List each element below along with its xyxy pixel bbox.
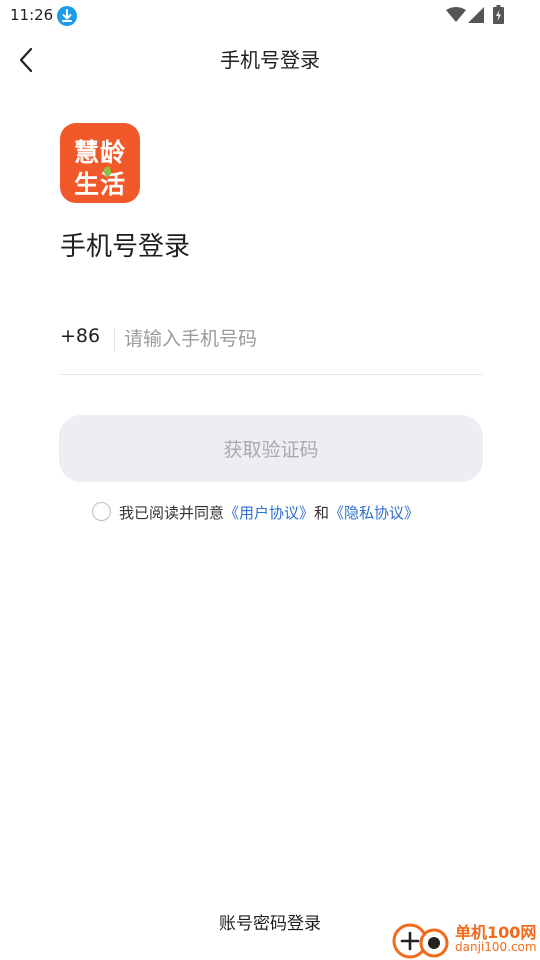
battery-icon bbox=[493, 5, 504, 24]
logo-text-line1: 慧龄 bbox=[73, 138, 126, 167]
logo-text-line2: 生活 bbox=[73, 170, 126, 199]
phone-input[interactable] bbox=[124, 321, 474, 357]
signal-icon bbox=[468, 7, 484, 23]
privacy-agreement-link[interactable]: 《隐私协议》 bbox=[329, 504, 419, 522]
get-code-button[interactable]: 获取验证码 bbox=[59, 415, 483, 482]
phone-input-row: +86 bbox=[60, 315, 483, 375]
agreement-prefix: 我已阅读并同意 bbox=[119, 504, 225, 522]
watermark-url: danji100.com bbox=[455, 940, 537, 954]
agreement-checkbox[interactable] bbox=[92, 502, 111, 521]
download-icon bbox=[57, 6, 77, 26]
app-logo: 慧龄 生活 bbox=[60, 123, 140, 203]
agreement-and: 和 bbox=[314, 504, 330, 522]
form-heading: 手机号登录 bbox=[60, 232, 191, 262]
agreement-text: 我已阅读并同意《用户协议》和《隐私协议》 bbox=[119, 502, 419, 523]
status-bar: 11:26 bbox=[0, 0, 540, 32]
page-title: 手机号登录 bbox=[220, 48, 320, 72]
watermark: 单机100网 danji100.com bbox=[390, 917, 540, 960]
watermark-logo-icon bbox=[392, 923, 449, 959]
wifi-icon bbox=[446, 7, 466, 22]
divider bbox=[114, 329, 115, 351]
user-agreement-link[interactable]: 《用户协议》 bbox=[224, 504, 314, 522]
country-code[interactable]: +86 bbox=[60, 325, 100, 347]
status-time: 11:26 bbox=[10, 6, 54, 24]
